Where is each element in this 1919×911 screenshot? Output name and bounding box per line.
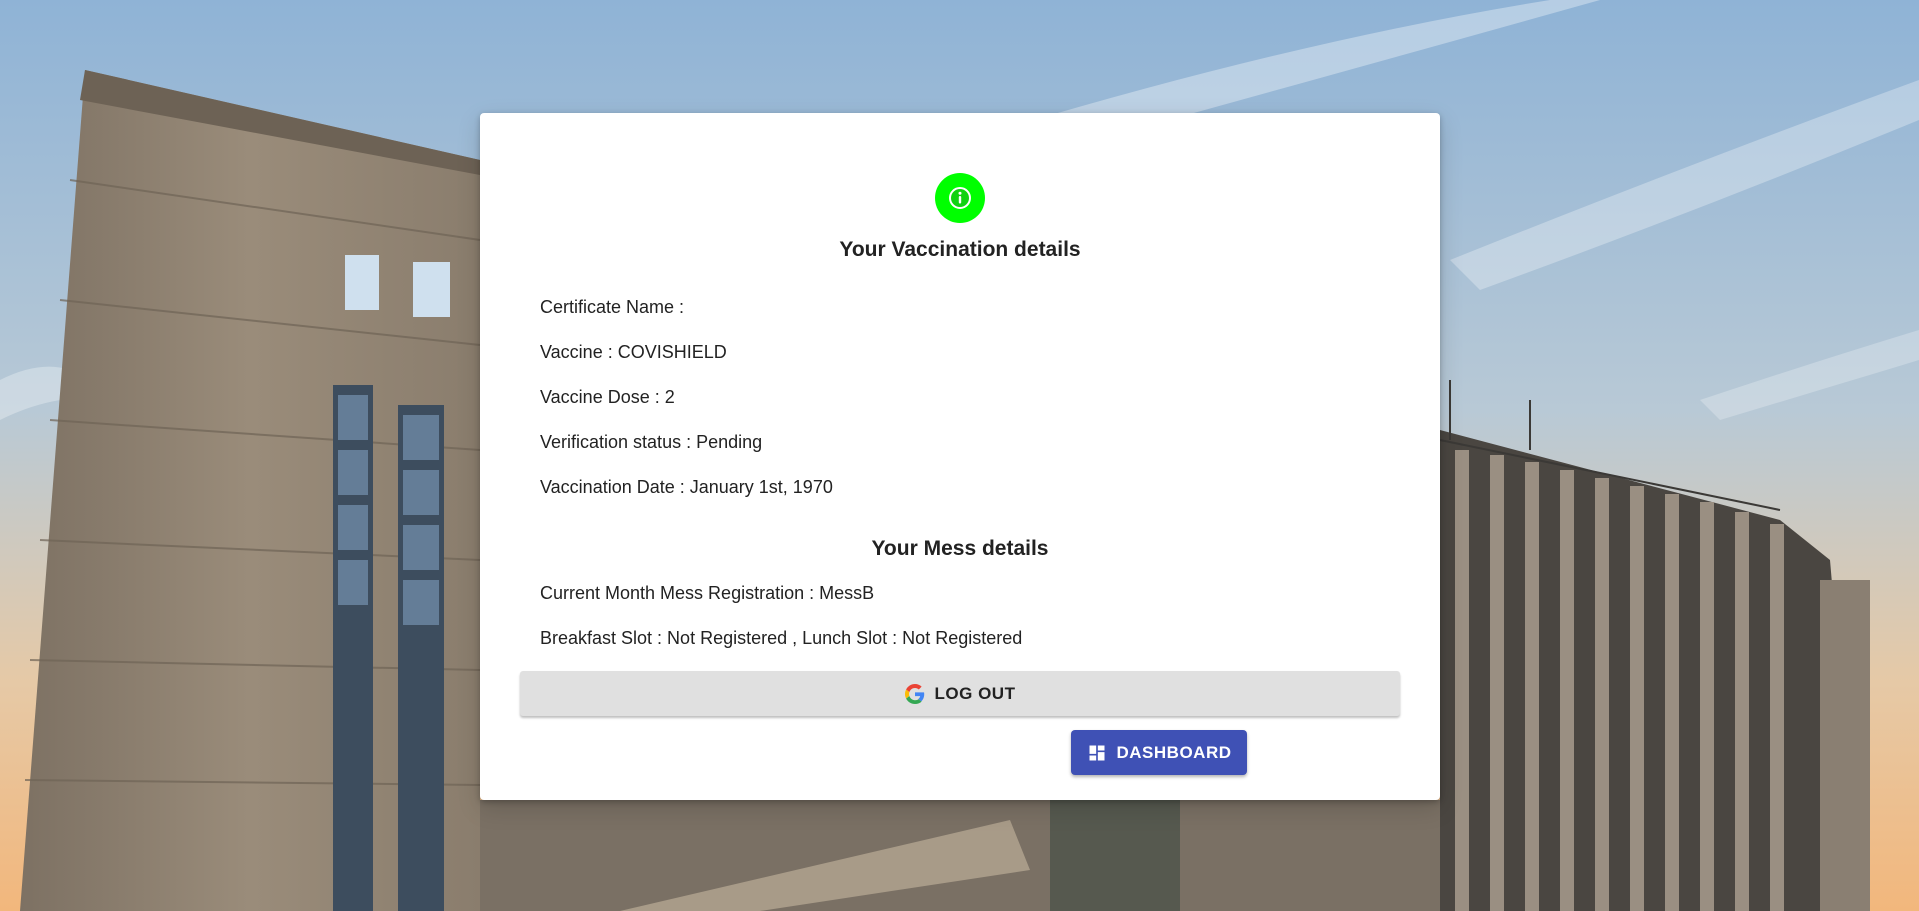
dashboard-button[interactable]: DASHBOARD: [1071, 730, 1247, 775]
logout-button[interactable]: LOG OUT: [520, 671, 1400, 716]
mess-slots: Breakfast Slot : Not Registered , Lunch …: [540, 628, 1023, 648]
logout-label: LOG OUT: [934, 683, 1016, 703]
dashboard-icon: [1087, 743, 1107, 763]
details-card: Your Vaccination details Certificate Nam…: [480, 113, 1440, 800]
mess-registration: Current Month Mess Registration : MessB: [540, 583, 875, 603]
verification-status: Verification status : Pending: [540, 432, 763, 452]
vaccination-title: Your Vaccination details: [839, 238, 1081, 261]
info-icon: [935, 173, 985, 223]
vaccine-name: Vaccine : COVISHIELD: [540, 342, 727, 362]
vaccination-date: Vaccination Date : January 1st, 1970: [540, 477, 833, 497]
mess-title: Your Mess details: [871, 537, 1049, 560]
dashboard-label: DASHBOARD: [1116, 742, 1232, 762]
vaccine-dose: Vaccine Dose : 2: [540, 387, 675, 407]
google-icon: [904, 683, 925, 704]
certificate-name: Certificate Name :: [540, 297, 685, 317]
